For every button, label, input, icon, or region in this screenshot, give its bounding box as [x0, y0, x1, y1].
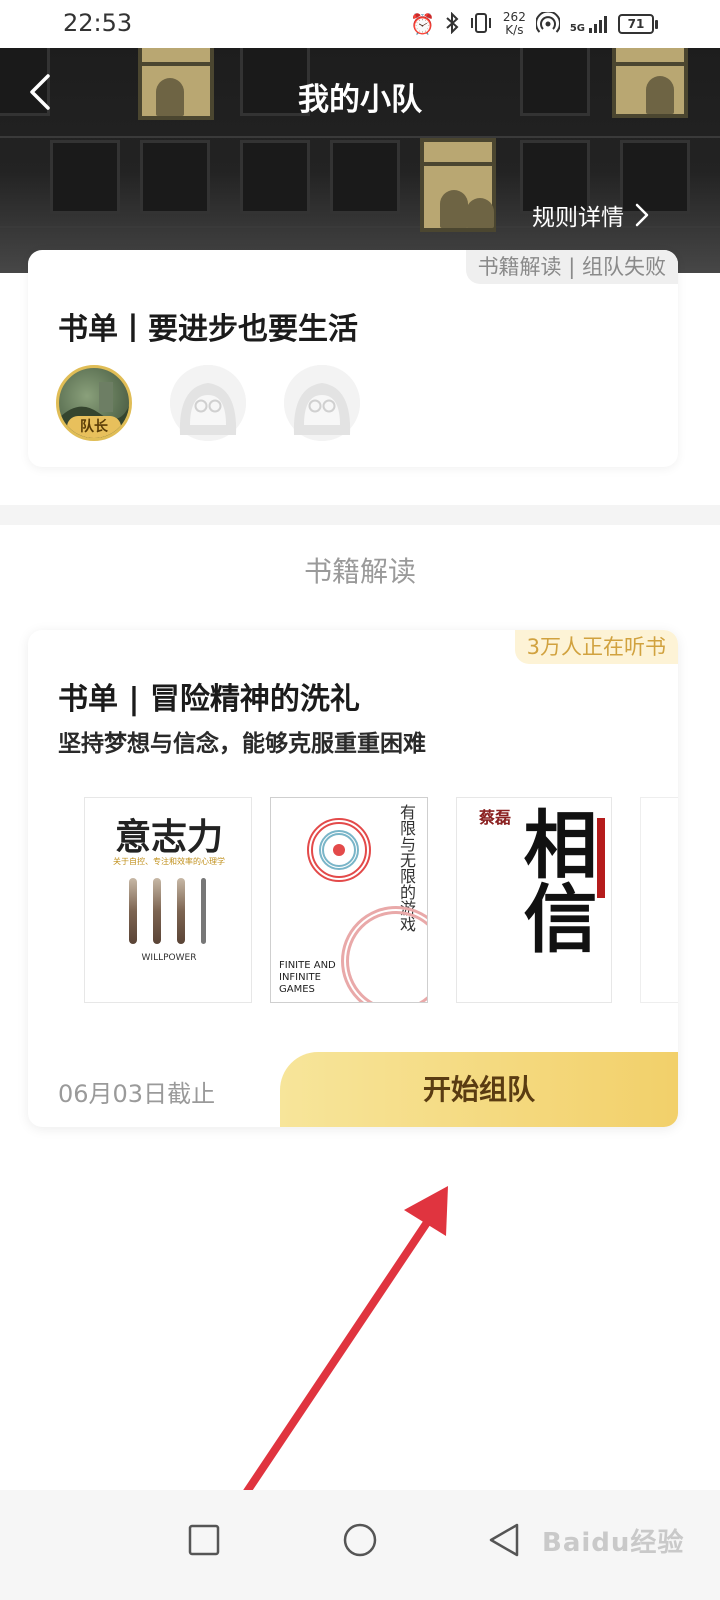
signal-icon: 5G [570, 14, 608, 34]
book-cover-willpower[interactable]: 意志力 关于自控、专注和效率的心理学 WILLPOWER [84, 797, 252, 1003]
page-title: 我的小队 [298, 82, 422, 118]
section-divider [0, 505, 720, 525]
team-title: 书单丨要进步也要生活 [58, 312, 358, 347]
triangle-back-icon [489, 1523, 519, 1557]
placeholder-avatar-icon [284, 365, 360, 441]
book-list-subtitle: 坚持梦想与信念，能够克服重重困难 [58, 731, 426, 757]
system-nav-bar: Baidu经验 [0, 1490, 720, 1600]
circle-icon [343, 1523, 377, 1557]
cover-subtitle: 关于自控、专注和效率的心理学 [113, 857, 225, 866]
start-team-button[interactable]: 开始组队 [280, 1052, 678, 1127]
chevron-right-icon [635, 203, 649, 227]
deadline-text: 06月03日截止 [58, 1080, 216, 1108]
section-title: 书籍解读 [303, 555, 416, 588]
back-nav-button[interactable] [474, 1510, 534, 1570]
book-list-card[interactable]: 3万人正在听书 书单 | 冒险精神的洗礼 坚持梦想与信念，能够克服重重困难 意志… [28, 630, 678, 1127]
lit-window [420, 138, 496, 232]
book-cover-partial[interactable] [640, 797, 678, 1003]
status-bar: 22:53 ⏰ 262 K/s 5G 71 [0, 0, 720, 48]
cover-english-title: FINITE AND INFINITE GAMES [279, 960, 336, 995]
listening-count-badge: 3万人正在听书 [514, 630, 678, 664]
hotspot-icon [534, 10, 561, 37]
leader-avatar[interactable]: 队长 [56, 365, 132, 441]
book-list-title: 书单 | 冒险精神的洗礼 [58, 682, 360, 717]
cover-title: 意志力 [114, 817, 223, 858]
alarm-icon: ⏰ [410, 12, 435, 36]
book-cover-believe[interactable]: 蔡磊 相信 [456, 797, 612, 1003]
recent-apps-button[interactable] [174, 1510, 234, 1570]
net-speed-value: 262 [502, 10, 526, 24]
team-card: 书籍解读 | 组队失败 书单丨要进步也要生活 队长 [28, 250, 678, 467]
bluetooth-icon [445, 11, 459, 37]
net-speed: 262 K/s [503, 11, 526, 37]
empty-member-slot[interactable] [284, 365, 360, 441]
battery-level: 71 [618, 14, 654, 34]
home-button[interactable] [330, 1510, 390, 1570]
leader-badge: 队长 [67, 416, 121, 438]
team-status-badge: 书籍解读 | 组队失败 [465, 250, 678, 284]
vibrate-icon [469, 12, 493, 37]
battery-icon: 71 [618, 14, 658, 34]
empty-member-slot[interactable] [170, 365, 246, 441]
network-type: 5G [569, 23, 585, 34]
status-icons: ⏰ 262 K/s 5G 71 [410, 8, 658, 40]
rules-detail-label: 规则详情 [532, 205, 624, 231]
net-speed-unit: K/s [505, 23, 524, 37]
placeholder-avatar-icon [170, 365, 246, 441]
cover-title: 相信 [511, 806, 597, 954]
rules-detail-link[interactable]: 规则详情 [532, 198, 650, 232]
square-icon [188, 1524, 220, 1556]
header-banner: 我的小队 规则详情 [0, 48, 720, 273]
status-time: 22:53 [63, 9, 133, 37]
cover-english-title: WILLPOWER [141, 953, 197, 963]
watermark-logo: Baidu经验 [542, 1528, 685, 1558]
book-cover-finite-infinite-games[interactable]: 有限与无限的游戏 FINITE AND INFINITE GAMES [270, 797, 428, 1003]
